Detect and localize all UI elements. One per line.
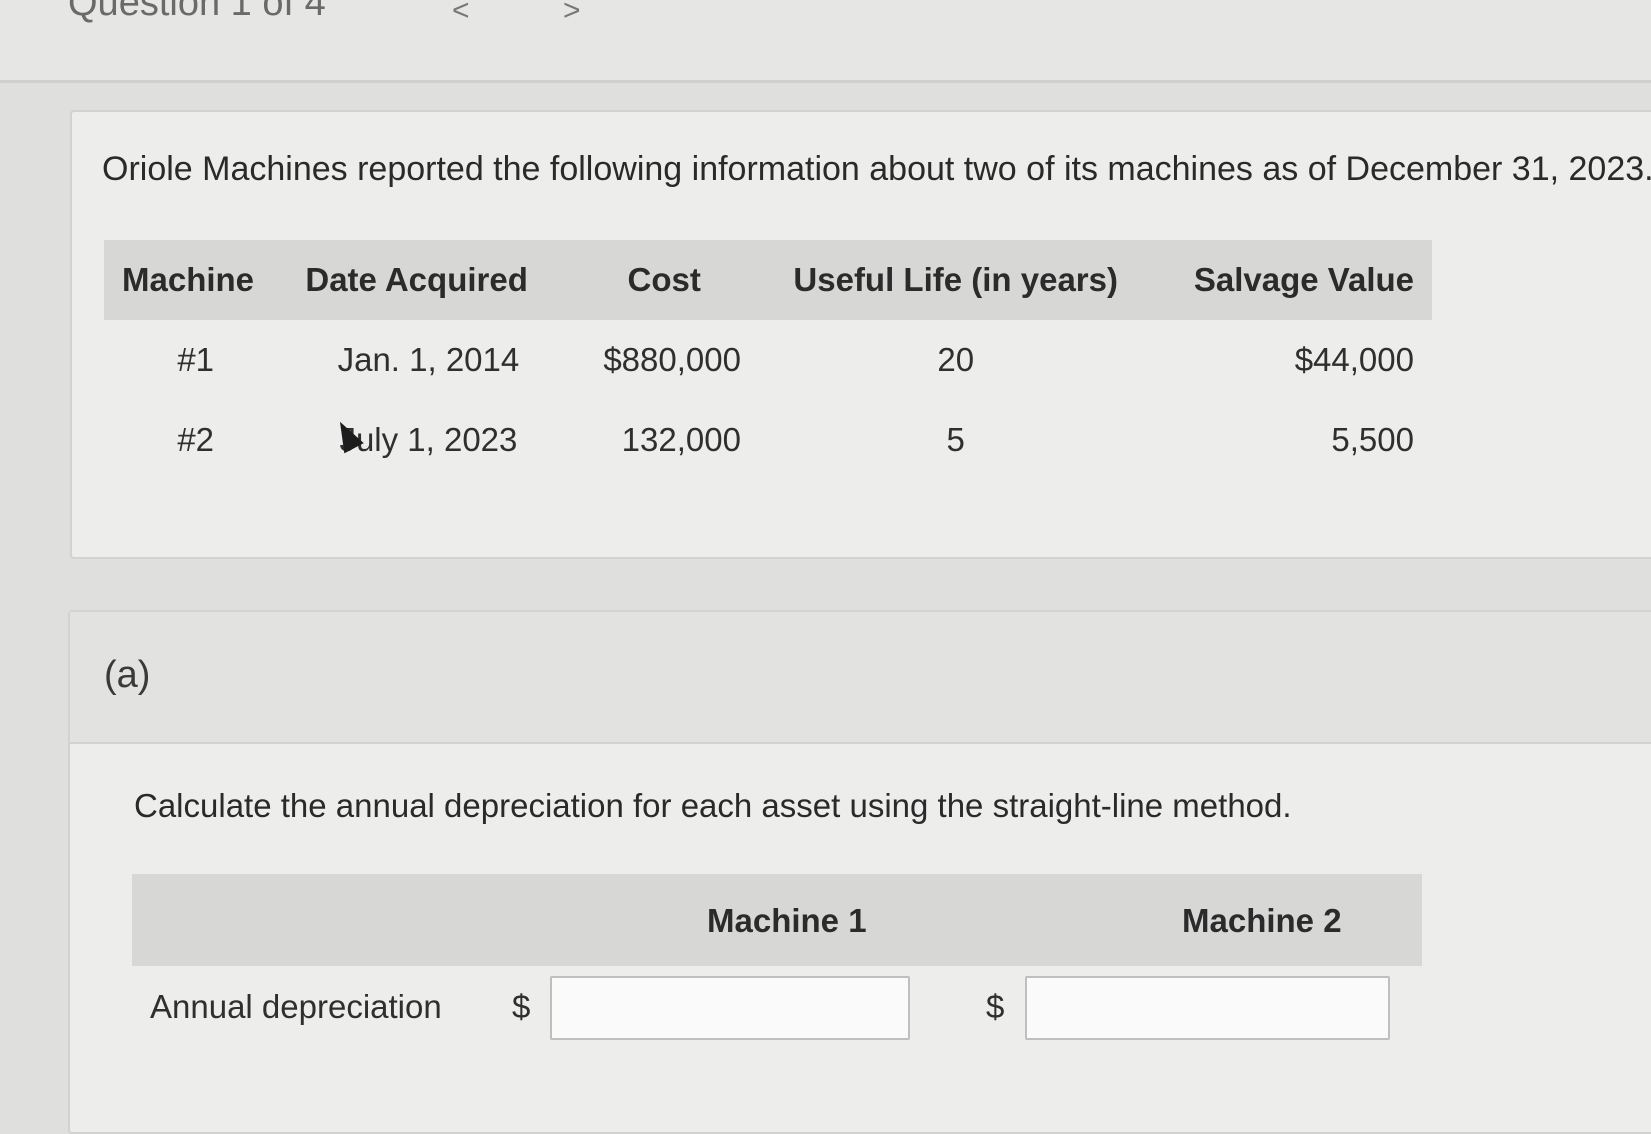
problem-intro: Oriole Machines reported the following i…	[102, 150, 1651, 188]
top-bar: Question 1 of 4 < >	[0, 0, 1651, 83]
machine-1-depreciation-input[interactable]	[550, 976, 910, 1040]
machine-data-table: Machine Date Acquired Cost Useful Life (…	[104, 240, 1432, 480]
header-cost: Cost	[569, 240, 759, 320]
cell-cost: $880,000	[603, 341, 741, 378]
table-row: #1 Jan. 1, 2014 $880,000 20 $44,000	[104, 320, 1432, 400]
part-a-header: (a)	[70, 612, 1651, 744]
annual-depreciation-label: Annual depreciation	[150, 988, 442, 1025]
cell-useful-life: 5	[946, 421, 965, 458]
currency-symbol: $	[512, 988, 531, 1025]
cell-salvage-value: $44,000	[1294, 341, 1414, 378]
next-question-button[interactable]: >	[563, 0, 581, 28]
part-a-card: (a) Calculate the annual depreciation fo…	[68, 610, 1651, 1134]
answer-table-header: Machine 1 Machine 2	[132, 874, 1422, 966]
header-salvage-value: Salvage Value	[1152, 240, 1432, 320]
column-machine-1: Machine 1	[707, 902, 867, 939]
header-useful-life: Useful Life (in years)	[758, 240, 1153, 320]
column-machine-2: Machine 2	[1182, 902, 1342, 939]
cell-salvage-value: 5,500	[1331, 421, 1414, 458]
header-date-acquired: Date Acquired	[287, 240, 570, 320]
currency-symbol: $	[986, 988, 1005, 1025]
table-row: #2 July 1, 2023 132,000 5 5,500	[104, 400, 1432, 480]
cell-machine: #1	[177, 341, 215, 378]
cell-date-acquired: Jan. 1, 2014	[337, 341, 520, 378]
machine-2-depreciation-input[interactable]	[1025, 976, 1390, 1040]
cell-date-acquired: July 1, 2023	[339, 421, 518, 458]
cell-useful-life: 20	[937, 341, 975, 378]
table-header-row: Machine Date Acquired Cost Useful Life (…	[104, 240, 1432, 320]
question-title: Question 1 of 4	[68, 0, 326, 24]
problem-card: Oriole Machines reported the following i…	[70, 110, 1651, 559]
previous-question-button[interactable]: <	[452, 0, 470, 28]
cell-cost: 132,000	[621, 421, 741, 458]
task-instruction: Calculate the annual depreciation for ea…	[134, 787, 1292, 824]
cell-machine: #2	[177, 421, 215, 458]
header-machine: Machine	[104, 240, 288, 320]
part-label: (a)	[104, 654, 151, 696]
